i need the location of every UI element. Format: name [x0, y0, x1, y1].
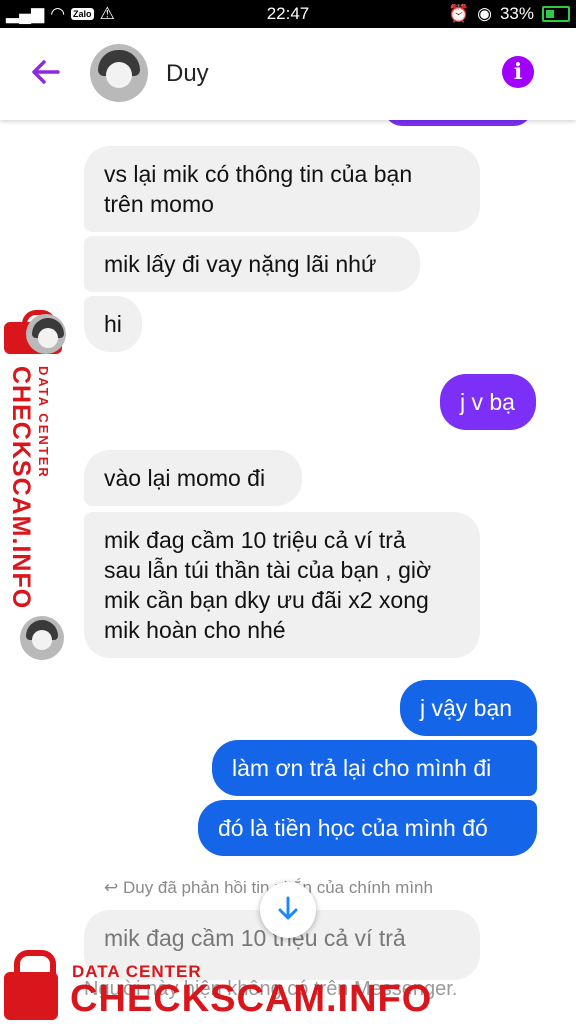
message-text: làm ơn trả lại cho mình đi	[232, 755, 492, 781]
battery-percent: 33%	[499, 4, 534, 23]
reply-icon: ↩	[104, 878, 123, 897]
alarm-icon: ⏰	[447, 4, 470, 23]
back-arrow-icon[interactable]	[30, 56, 62, 88]
sender-avatar	[26, 314, 66, 354]
battery-icon	[542, 6, 570, 22]
message-text: đó là tiền học của mình đó	[218, 815, 488, 841]
message-bubble-incoming[interactable]: vs lại mik có thông tin của bạn trên mom…	[84, 146, 480, 232]
message-bubble-incoming[interactable]: mik đag cầm 10 triệu cả ví trả sau lẫn t…	[84, 512, 480, 658]
watermark-line1: DATA CENTER	[36, 366, 51, 479]
message-text: mik đag cầm 10 triệu cả ví trả	[104, 925, 406, 951]
message-bubble-incoming[interactable]: mik lấy đi vay nặng lãi nhứ	[84, 236, 420, 292]
lock-icon	[4, 972, 58, 1020]
watermark-side: DATA CENTER CHECKSCAM.INFO	[4, 310, 66, 609]
message-bubble-incoming[interactable]: vào lại momo đi	[84, 450, 302, 506]
conversation-header: Duy i	[0, 28, 576, 120]
message-text: mik lấy đi vay nặng lãi nhứ	[104, 251, 377, 277]
message-bubble-incoming[interactable]: hi	[84, 296, 142, 352]
info-icon[interactable]: i	[502, 56, 534, 88]
message-bubble-partial	[384, 120, 532, 126]
watermark-line2: CHECKSCAM.INFO	[70, 978, 433, 1020]
watermark-line2: CHECKSCAM.INFO	[7, 366, 35, 610]
eye-icon: ◉	[477, 4, 492, 23]
sender-avatar[interactable]	[20, 616, 64, 660]
message-bubble-outgoing[interactable]: đó là tiền học của mình đó	[198, 800, 537, 856]
scroll-down-button[interactable]	[260, 882, 316, 938]
message-text: mik đag cầm 10 triệu cả ví trả sau lẫn t…	[104, 527, 432, 643]
message-text: hi	[104, 311, 122, 337]
message-list[interactable]: vs lại mik có thông tin của bạn trên mom…	[0, 120, 576, 1024]
contact-name[interactable]: Duy	[166, 60, 209, 88]
message-text: j vậy bạn	[420, 695, 513, 721]
message-text: vào lại momo đi	[104, 465, 266, 491]
contact-avatar[interactable]	[90, 44, 148, 102]
message-bubble-outgoing[interactable]: j vậy bạn	[400, 680, 537, 736]
status-bar: ▂▄▆ ◠ Zalo ⚠ 22:47 ⏰ ◉ 33%	[0, 0, 576, 28]
message-bubble-outgoing[interactable]: j v bạ	[440, 374, 536, 430]
watermark-bottom: DATA CENTER CHECKSCAM.INFO	[0, 950, 576, 1024]
message-text: j v bạ	[460, 389, 515, 415]
message-text: vs lại mik có thông tin của bạn trên mom…	[104, 161, 413, 217]
message-bubble-outgoing[interactable]: làm ơn trả lại cho mình đi	[212, 740, 537, 796]
